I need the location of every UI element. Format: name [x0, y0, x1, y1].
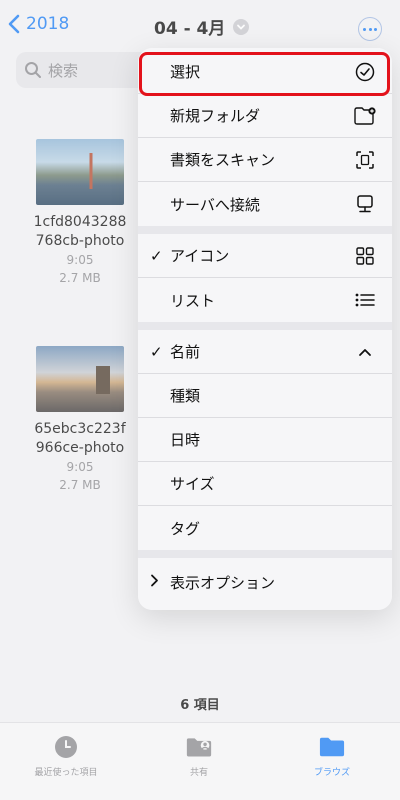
menu-item-label: アイコン — [170, 247, 230, 265]
menu-divider — [138, 226, 392, 234]
grid-icon — [354, 245, 376, 267]
chevron-right-icon — [150, 573, 159, 591]
menu-divider — [138, 550, 392, 558]
menu-item-label: サイズ — [170, 475, 215, 493]
menu-item-icon-view[interactable]: ✓ アイコン — [138, 234, 392, 278]
menu-item-list-view[interactable]: リスト — [138, 278, 392, 322]
menu-item-label: リスト — [170, 291, 216, 310]
menu-item-label: サーバへ接続 — [170, 195, 260, 214]
selection-highlight — [139, 52, 390, 96]
server-icon — [354, 193, 376, 215]
context-menu: 選択 新規フォルダ 書類をスキャン サーバへ接続 ✓ アイコン リスト ✓ 名前… — [138, 48, 392, 610]
menu-item-scan-documents[interactable]: 書類をスキャン — [138, 138, 392, 182]
menu-item-label: 名前 — [170, 343, 201, 361]
menu-item-connect-server[interactable]: サーバへ接続 — [138, 182, 392, 226]
menu-item-label: 種類 — [170, 387, 201, 405]
menu-item-label: 書類をスキャン — [170, 151, 276, 169]
menu-divider — [138, 322, 392, 330]
checkmark-icon: ✓ — [150, 342, 163, 361]
menu-item-sort-date[interactable]: 日時 — [138, 418, 392, 462]
checkmark-icon: ✓ — [150, 246, 163, 265]
chevron-up-icon — [354, 341, 376, 363]
menu-item-sort-kind[interactable]: 種類 — [138, 374, 392, 418]
scan-icon — [354, 149, 376, 171]
menu-item-sort-tags[interactable]: タグ — [138, 506, 392, 550]
menu-item-label: 日時 — [170, 431, 201, 449]
menu-item-new-folder[interactable]: 新規フォルダ — [138, 94, 392, 138]
menu-item-sort-name[interactable]: ✓ 名前 — [138, 330, 392, 374]
folder-plus-icon — [354, 105, 376, 127]
menu-item-sort-size[interactable]: サイズ — [138, 462, 392, 506]
menu-item-label: 新規フォルダ — [170, 107, 261, 125]
menu-item-view-options[interactable]: 表示オプション — [138, 560, 392, 604]
menu-item-label: タグ — [170, 519, 201, 538]
list-icon — [354, 289, 376, 311]
menu-item-label: 表示オプション — [170, 573, 276, 592]
